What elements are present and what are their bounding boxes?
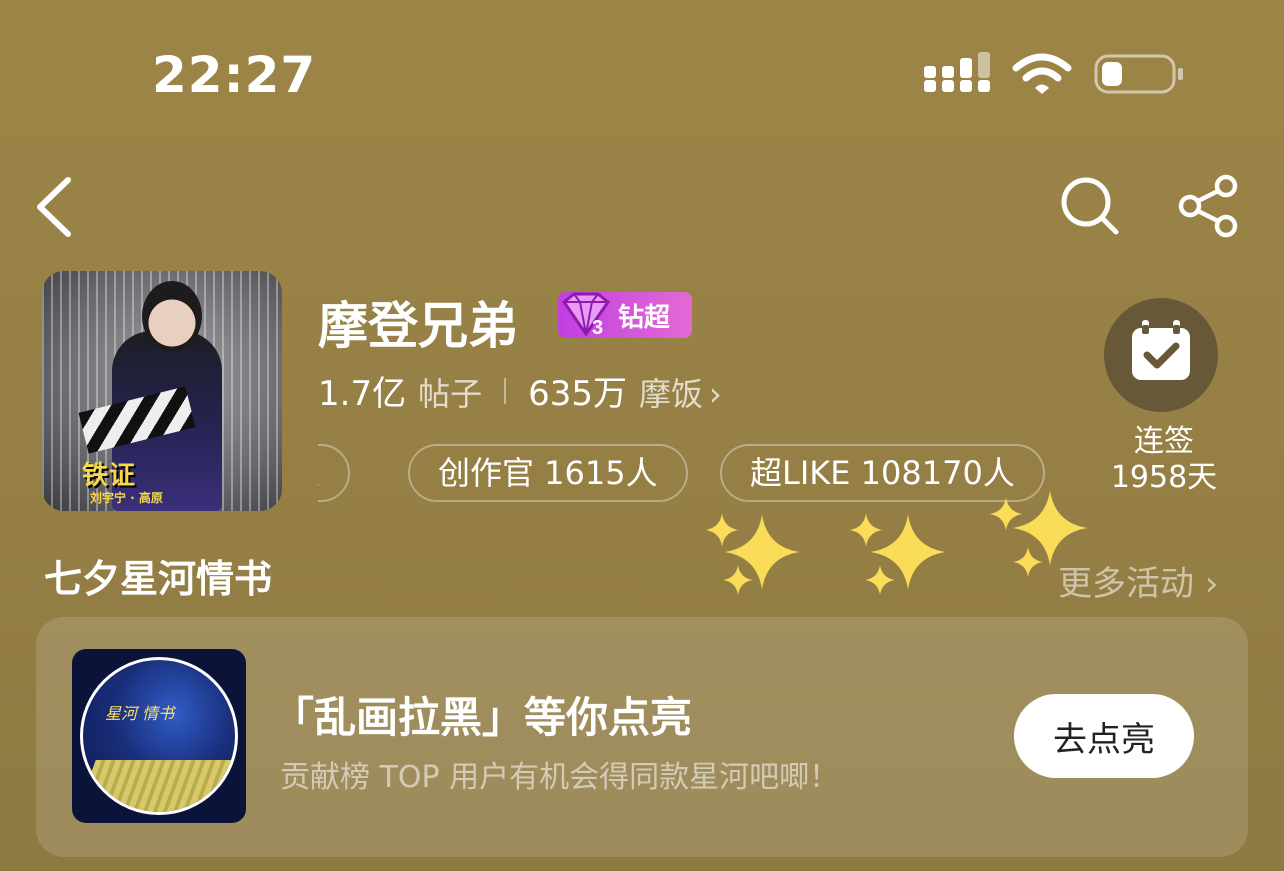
- checkin-days-label[interactable]: 连签 1958天: [1104, 424, 1224, 496]
- battery-icon: [1094, 54, 1183, 94]
- more-activities-label: 更多活动: [1058, 564, 1194, 604]
- section-title: 七夕星河情书: [44, 557, 273, 601]
- chevron-right-icon[interactable]: ›: [709, 375, 722, 413]
- galaxy-circle-art: 星河 情书: [80, 657, 238, 815]
- badge-label: 钻超: [618, 302, 671, 333]
- fans-count[interactable]: 635万: [528, 366, 627, 415]
- stats-row: 1.7亿 帖子 635万 摩饭 ›: [318, 366, 722, 416]
- checkin-line-1: 连签: [1134, 424, 1194, 459]
- fans-label[interactable]: 摩饭: [639, 369, 703, 415]
- chevron-right-icon: ›: [1204, 564, 1219, 604]
- more-activities-link[interactable]: 更多活动 ›: [1058, 556, 1218, 605]
- share-icon[interactable]: [1176, 174, 1242, 238]
- cover-head: [142, 281, 202, 351]
- activity-title: 「乱画拉黑」等你点亮: [272, 693, 693, 742]
- supertopic-cover-image[interactable]: 铁证 刘宇宁 · 高原: [42, 271, 282, 511]
- artwork-script-text: 星河 情书: [105, 704, 175, 723]
- activity-subtitle: 贡献榜 TOP 用户有机会得同款星河吧唧！: [280, 760, 840, 795]
- chip-truncated[interactable]: 人: [318, 444, 351, 502]
- sparkles-decoration-icon: [705, 490, 1088, 595]
- diamond-icon: 3: [561, 292, 611, 338]
- stats-divider: [504, 378, 507, 404]
- badge-level: 3: [592, 317, 603, 338]
- posts-label: 帖子: [418, 375, 483, 413]
- supertopic-title: 摩登兄弟: [318, 297, 518, 355]
- diamond-super-badge[interactable]: 3 钻超: [558, 292, 692, 338]
- cover-logo-text: 铁证: [82, 461, 137, 491]
- posts-count: 1.7亿: [318, 374, 407, 414]
- light-up-button[interactable]: 去点亮: [1014, 694, 1194, 778]
- calendar-check-icon: [1132, 320, 1190, 380]
- cover-subtitle: 刘宇宁 · 高原: [90, 491, 163, 505]
- wifi-icon: [1012, 53, 1072, 94]
- search-icon[interactable]: [1058, 174, 1122, 238]
- cellular-signal-icon: [924, 52, 992, 96]
- back-chevron-icon[interactable]: [30, 172, 78, 242]
- activity-artwork[interactable]: 星河 情书: [72, 649, 246, 823]
- checkin-button[interactable]: [1104, 298, 1218, 412]
- checkin-line-2: 1958天: [1110, 460, 1218, 495]
- status-time: 22:27: [152, 46, 317, 104]
- chip-creators[interactable]: 创作官 1615人: [408, 444, 688, 502]
- galaxy-road: [83, 760, 235, 812]
